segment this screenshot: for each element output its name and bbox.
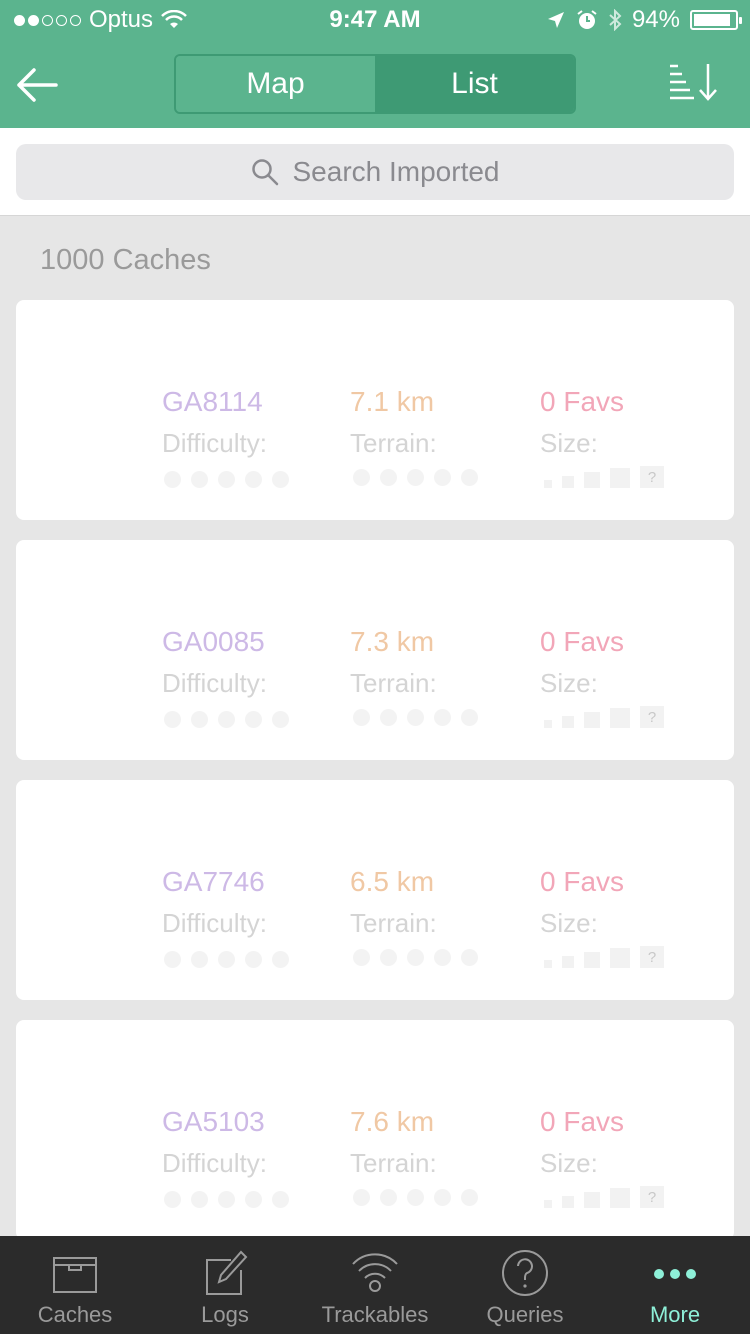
location-arrow-icon [547, 12, 564, 28]
cache-distance: 7.3 km [350, 626, 435, 657]
difficulty-rating [164, 951, 289, 968]
edit-icon [206, 1250, 248, 1295]
terrain-rating [353, 469, 478, 486]
size-unknown: ? [640, 466, 664, 488]
cache-favs: 0 Favs [540, 386, 625, 417]
cache-favs: 0 Favs [540, 866, 625, 897]
tab-more[interactable]: More [600, 1236, 750, 1334]
size-rating: ? [544, 1186, 664, 1208]
tab-queries[interactable]: Queries [450, 1236, 600, 1334]
difficulty-label: Difficulty: [162, 1148, 267, 1178]
tab-label: Caches [37, 1302, 113, 1327]
battery-icon [690, 10, 742, 30]
cache-code: GA5103 [162, 1106, 265, 1137]
header: Optus 9:47 AM 94% Map List [0, 0, 750, 128]
size-label: Size: [540, 668, 598, 698]
box-icon [53, 1257, 97, 1293]
difficulty-label: Difficulty: [162, 908, 267, 938]
terrain-label: Terrain: [350, 428, 437, 458]
terrain-rating [353, 1189, 478, 1206]
difficulty-rating [164, 1191, 289, 1208]
size-label: Size: [540, 908, 598, 938]
segment-list[interactable]: List [375, 56, 574, 112]
cache-favs: 0 Favs [540, 1106, 625, 1137]
size-label: Size: [540, 1148, 598, 1178]
difficulty-rating [164, 711, 289, 728]
tab-logs[interactable]: Logs [150, 1236, 300, 1334]
more-dots-icon [654, 1269, 696, 1279]
status-bar: Optus 9:47 AM 94% [0, 0, 750, 40]
battery-percent: 94% [631, 6, 680, 33]
terrain-label: Terrain: [350, 1148, 437, 1178]
difficulty-rating [164, 471, 289, 488]
tab-label: Queries [486, 1302, 564, 1327]
terrain-label: Terrain: [350, 668, 437, 698]
search-icon [251, 159, 278, 186]
terrain-rating [353, 949, 478, 966]
map-list-segmented-control: Map List [174, 54, 576, 114]
size-unknown: ? [640, 946, 664, 968]
tab-label: Logs [201, 1302, 249, 1327]
size-rating: ? [544, 706, 664, 728]
cache-card[interactable]: GA8114 Difficulty: 7.1 km Terrain: 0 Favs S… [16, 300, 734, 520]
tab-bar: Caches Logs Trackables Queries More [0, 1236, 750, 1334]
size-unknown: ? [640, 706, 664, 728]
cache-distance: 7.1 km [350, 386, 435, 417]
search-bar-container: Search Imported [0, 128, 750, 216]
cache-card[interactable]: GA5103 Difficulty: 7.6 km Terrain: 0 Favs S… [16, 1020, 734, 1240]
cache-code: GA8114 [162, 386, 263, 417]
sort-icon[interactable] [668, 62, 720, 102]
tab-label: More [649, 1302, 701, 1327]
search-input[interactable]: Search Imported [16, 144, 734, 200]
cache-code: GA0085 [162, 626, 265, 657]
tab-label: Trackables [321, 1302, 429, 1327]
search-placeholder: Search Imported [292, 156, 500, 187]
cache-card[interactable]: GA7746 Difficulty: 6.5 km Terrain: 0 Favs S… [16, 780, 734, 1000]
tab-trackables[interactable]: Trackables [300, 1236, 450, 1334]
difficulty-label: Difficulty: [162, 428, 267, 458]
size-unknown: ? [640, 1186, 664, 1208]
alarm-icon [577, 10, 597, 29]
tab-caches[interactable]: Caches [0, 1236, 150, 1334]
signal-icon [352, 1253, 398, 1292]
back-arrow-icon[interactable] [14, 62, 60, 108]
size-rating: ? [544, 946, 664, 968]
cache-count: 1000 Caches [40, 244, 211, 276]
size-rating: ? [544, 466, 664, 488]
size-label: Size: [540, 428, 598, 458]
question-icon [502, 1250, 548, 1296]
cache-distance: 6.5 km [350, 866, 435, 897]
cache-card[interactable]: GA0085 Difficulty: 7.3 km Terrain: 0 Favs S… [16, 540, 734, 760]
segment-map[interactable]: Map [176, 56, 375, 112]
difficulty-label: Difficulty: [162, 668, 267, 698]
cache-distance: 7.6 km [350, 1106, 435, 1137]
cache-code: GA7746 [162, 866, 265, 897]
terrain-label: Terrain: [350, 908, 437, 938]
bluetooth-icon [609, 9, 622, 31]
terrain-rating [353, 709, 478, 726]
cache-favs: 0 Favs [540, 626, 625, 657]
